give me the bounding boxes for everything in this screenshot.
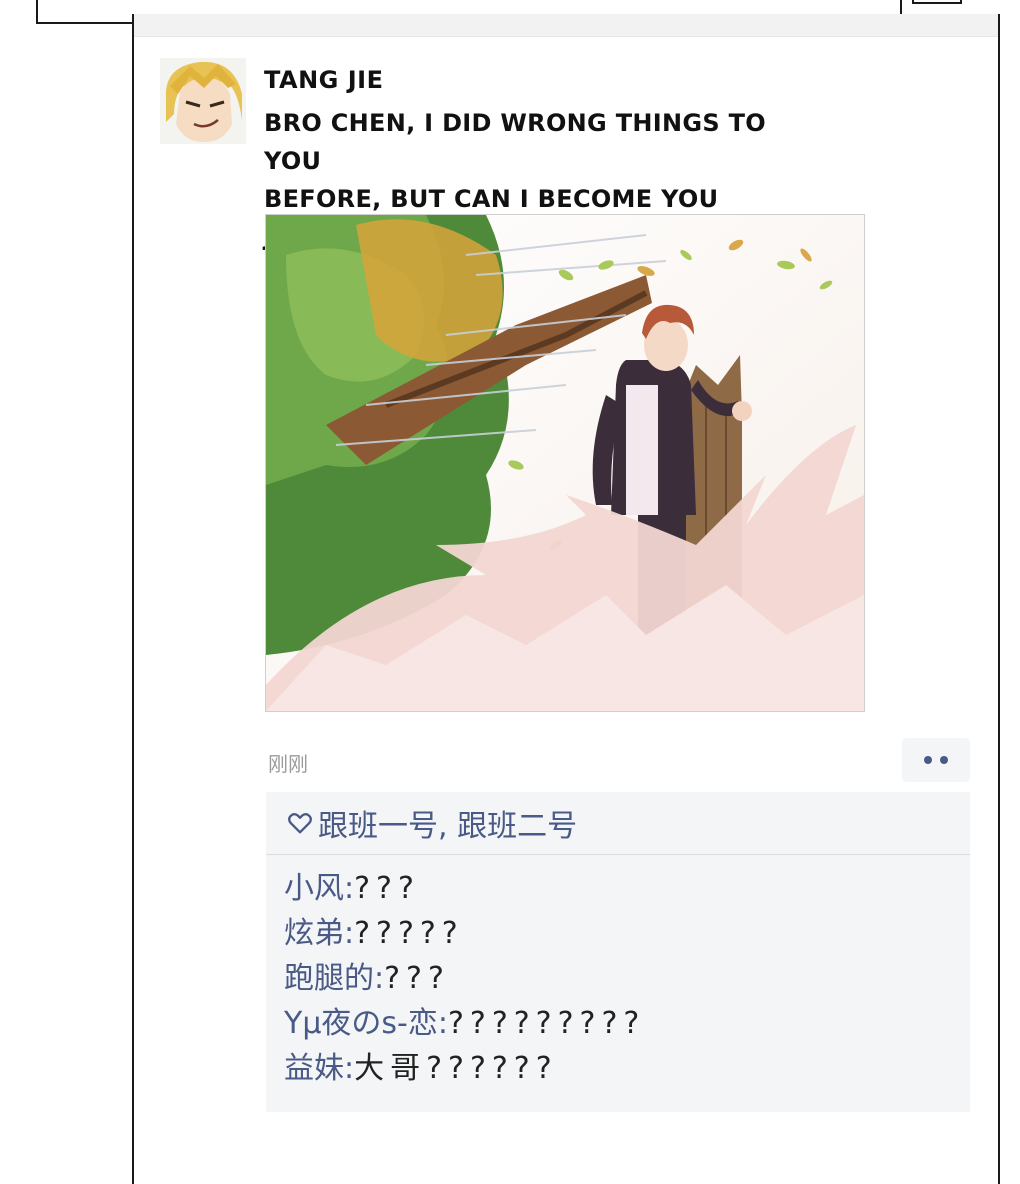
post-image[interactable]: [265, 214, 865, 712]
comment-item[interactable]: 跑腿的:???: [284, 956, 964, 1001]
comment-separator: :: [344, 916, 355, 951]
comment-text: ???: [354, 871, 420, 906]
heart-outline-icon: [287, 813, 313, 834]
comment-item[interactable]: Yμ夜のs-恋:?????????: [284, 1001, 964, 1046]
comment-list: 小风:??? 炫弟:????? 跑腿的:??? Yμ夜のs-恋:????????…: [284, 866, 964, 1091]
more-dots-icon: [924, 756, 932, 764]
comment-author[interactable]: 跑腿的: [284, 961, 374, 996]
comment-separator: :: [374, 961, 385, 996]
post-text-line: BRO CHEN, I DID WRONG THINGS TO YOU: [264, 109, 766, 175]
comment-separator: :: [344, 1051, 355, 1086]
likes-names[interactable]: 跟班一号, 跟班二号: [318, 801, 577, 845]
likes-row: 跟班一号, 跟班二号: [266, 792, 970, 855]
more-options-button[interactable]: [902, 738, 970, 782]
comment-separator: :: [344, 871, 355, 906]
previous-panel-tab: [912, 0, 962, 4]
avatar[interactable]: [160, 58, 246, 144]
comment-separator: :: [437, 1006, 448, 1041]
more-dots-icon: [940, 756, 948, 764]
comment-author[interactable]: 炫弟: [284, 916, 344, 951]
comment-text: ?????????: [447, 1006, 646, 1041]
comment-text: ?????: [354, 916, 464, 951]
comment-author[interactable]: 小风: [284, 871, 344, 906]
comment-text: 大哥??????: [354, 1051, 558, 1086]
post-timestamp: 刚刚: [268, 752, 308, 776]
comment-item[interactable]: 炫弟:?????: [284, 911, 964, 956]
likes-comments-box: 跟班一号, 跟班二号 小风:??? 炫弟:????? 跑腿的:??? Yμ夜のs…: [266, 792, 970, 1112]
manga-illustration: [266, 215, 864, 711]
comment-item[interactable]: 益妹:大哥??????: [284, 1046, 964, 1091]
comment-author[interactable]: Yμ夜のs-恋: [284, 1006, 438, 1041]
comment-text: ???: [384, 961, 450, 996]
post-author-name[interactable]: TANG JIE: [264, 66, 383, 94]
avatar-image: [160, 58, 246, 144]
comment-author[interactable]: 益妹: [284, 1051, 344, 1086]
phone-top-bar: [134, 14, 998, 37]
comment-item[interactable]: 小风:???: [284, 866, 964, 911]
